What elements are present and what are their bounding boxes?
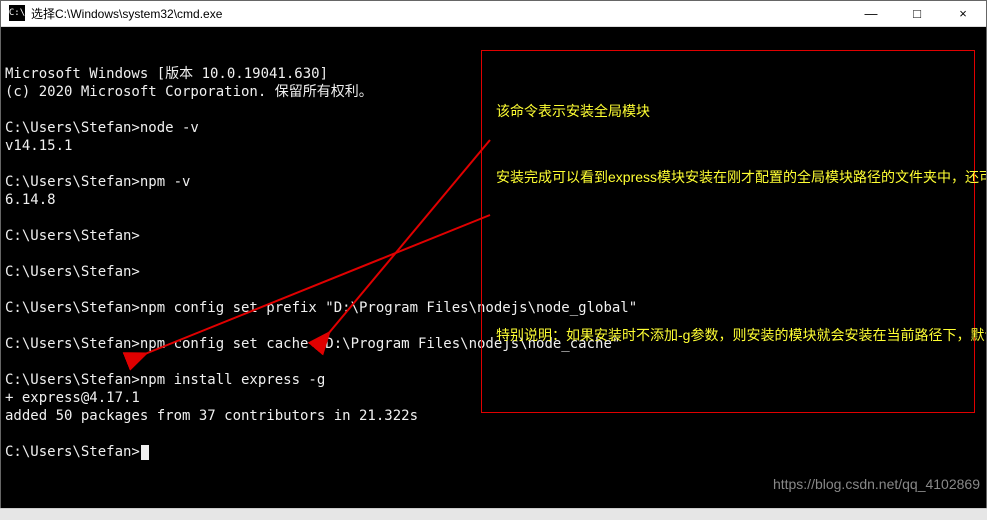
terminal-line: added 50 packages from 37 contributors i… [5, 407, 982, 425]
terminal-line: 6.14.8 [5, 191, 982, 209]
annotation-text-1: 该命令表示安装全局模块 [496, 101, 650, 121]
terminal-line [5, 209, 982, 227]
annotation-text-3: 特别说明：如果安装时不添加-g参数，则安装的模块就会安装在当前路径下，默认为C:… [496, 325, 966, 345]
window-controls: — □ × [848, 1, 986, 26]
terminal-line: C:\Users\Stefan>node -v [5, 119, 982, 137]
annotation-text-2: 安装完成可以看到express模块安装在刚才配置的全局模块路径的文件夹中，还可以… [496, 167, 966, 187]
terminal-line: (c) 2020 Microsoft Corporation. 保留所有权利。 [5, 83, 982, 101]
window-title: 选择C:\Windows\system32\cmd.exe [31, 5, 222, 22]
terminal-line: v14.15.1 [5, 137, 982, 155]
terminal-line [5, 281, 982, 299]
terminal-line: C:\Users\Stefan>npm install express -g [5, 371, 982, 389]
terminal-line: Microsoft Windows [版本 10.0.19041.630] [5, 65, 982, 83]
cmd-icon: C:\ [9, 5, 25, 21]
terminal-line: C:\Users\Stefan> [5, 263, 982, 281]
terminal-line [5, 353, 982, 371]
terminal-line: C:\Users\Stefan> [5, 227, 982, 245]
terminal-line [5, 425, 982, 443]
cursor [141, 445, 149, 460]
titlebar[interactable]: C:\ 选择C:\Windows\system32\cmd.exe — □ × [1, 1, 986, 27]
close-button[interactable]: × [940, 1, 986, 26]
watermark-text: https://blog.csdn.net/qq_4102869 [773, 475, 980, 493]
terminal-body[interactable]: Microsoft Windows [版本 10.0.19041.630](c)… [1, 27, 986, 509]
bottom-strip [0, 508, 987, 520]
maximize-button[interactable]: □ [894, 1, 940, 26]
terminal-line: C:\Users\Stefan> [5, 443, 982, 461]
terminal-line [5, 101, 982, 119]
terminal-line: C:\Users\Stefan>npm config set prefix "D… [5, 299, 982, 317]
minimize-button[interactable]: — [848, 1, 894, 26]
terminal-line: + express@4.17.1 [5, 389, 982, 407]
cmd-window: C:\ 选择C:\Windows\system32\cmd.exe — □ × … [0, 0, 987, 510]
terminal-line [5, 245, 982, 263]
